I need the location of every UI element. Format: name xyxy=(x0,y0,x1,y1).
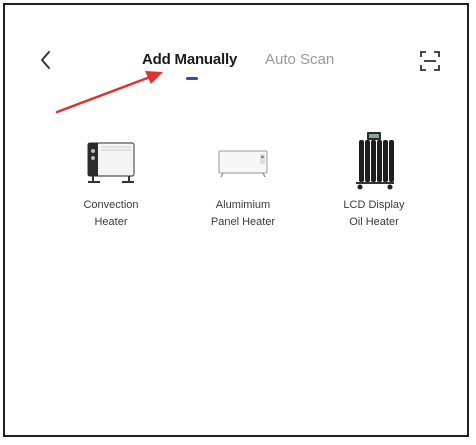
oil-heater-icon xyxy=(356,132,394,190)
scan-frame-icon xyxy=(420,51,440,71)
convection-heater-icon xyxy=(87,142,135,183)
device-label-line: Heater xyxy=(94,216,128,228)
chevron-left-icon xyxy=(41,51,50,69)
back-button[interactable] xyxy=(35,47,57,73)
scan-button[interactable] xyxy=(418,49,442,73)
device-lcd-oil-heater[interactable]: LCD Display Oil Heater xyxy=(319,131,429,231)
device-label-line: LCD Display xyxy=(343,199,405,211)
device-label-line: Oil Heater xyxy=(349,216,399,228)
panel-heater-icon xyxy=(218,150,268,178)
device-label-line: Panel Heater xyxy=(210,216,276,228)
device-label: Alumimium Panel Heater xyxy=(188,197,298,231)
device-label-line: Alumimium xyxy=(215,199,271,211)
tab-auto-scan[interactable]: Auto Scan xyxy=(265,51,334,69)
active-tab-indicator xyxy=(186,77,198,80)
device-label-line: Convection xyxy=(83,199,139,211)
device-label: LCD Display Oil Heater xyxy=(319,197,429,231)
app-screen: Add Manually Auto Scan Convection Heater… xyxy=(3,3,469,437)
tab-add-manually[interactable]: Add Manually xyxy=(142,51,237,69)
device-convection-heater[interactable]: Convection Heater xyxy=(56,131,166,231)
device-aluminium-panel-heater[interactable]: Alumimium Panel Heater xyxy=(188,131,298,231)
device-label: Convection Heater xyxy=(56,197,166,231)
annotation-arrow-icon xyxy=(55,71,163,114)
